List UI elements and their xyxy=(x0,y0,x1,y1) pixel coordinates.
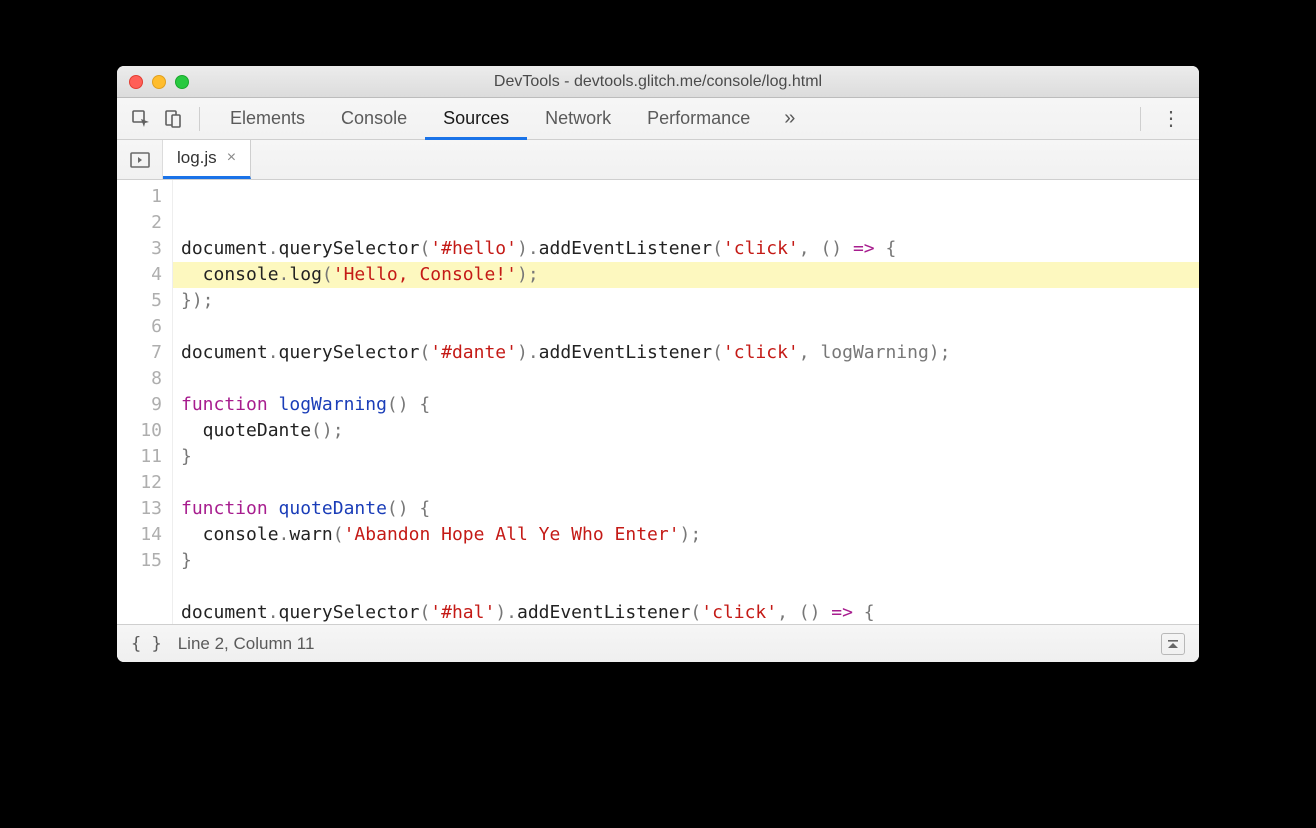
format-code-button[interactable]: { } xyxy=(131,634,162,654)
code-line[interactable]: } xyxy=(181,444,1199,470)
cursor-position: Line 2, Column 11 xyxy=(178,634,315,654)
close-window-button[interactable] xyxy=(129,75,143,89)
line-number: 9 xyxy=(117,392,162,418)
line-number: 6 xyxy=(117,314,162,340)
line-number: 14 xyxy=(117,522,162,548)
code-line[interactable]: }); xyxy=(181,288,1199,314)
code-line[interactable]: document.querySelector('#dante').addEven… xyxy=(181,340,1199,366)
code-line[interactable]: document.querySelector('#hal').addEventL… xyxy=(181,600,1199,624)
zoom-window-button[interactable] xyxy=(175,75,189,89)
devtools-window: DevTools - devtools.glitch.me/console/lo… xyxy=(117,66,1199,662)
code-line[interactable] xyxy=(181,470,1199,496)
tab-elements[interactable]: Elements xyxy=(212,98,323,140)
line-number: 8 xyxy=(117,366,162,392)
show-navigator-button[interactable] xyxy=(117,140,163,179)
line-number: 1 xyxy=(117,184,162,210)
line-number: 13 xyxy=(117,496,162,522)
line-number: 10 xyxy=(117,418,162,444)
code-area[interactable]: document.querySelector('#hello').addEven… xyxy=(173,180,1199,624)
line-number: 3 xyxy=(117,236,162,262)
inspect-element-icon[interactable] xyxy=(127,105,155,133)
code-line[interactable] xyxy=(181,314,1199,340)
line-number: 12 xyxy=(117,470,162,496)
code-line[interactable] xyxy=(181,366,1199,392)
tab-network[interactable]: Network xyxy=(527,98,629,140)
file-tab-log-js[interactable]: log.js × xyxy=(163,140,251,179)
file-tab-label: log.js xyxy=(177,148,217,168)
code-line[interactable]: function quoteDante() { xyxy=(181,496,1199,522)
close-tab-icon[interactable]: × xyxy=(227,149,236,167)
code-editor[interactable]: 123456789101112131415 document.querySele… xyxy=(117,180,1199,624)
device-toolbar-icon[interactable] xyxy=(159,105,187,133)
tab-console[interactable]: Console xyxy=(323,98,425,140)
statusbar: { } Line 2, Column 11 xyxy=(117,624,1199,662)
code-line[interactable]: } xyxy=(181,548,1199,574)
code-line[interactable] xyxy=(181,574,1199,600)
more-tabs-button[interactable]: » xyxy=(772,107,807,130)
code-line[interactable]: quoteDante(); xyxy=(181,418,1199,444)
line-number: 15 xyxy=(117,548,162,574)
line-number-gutter: 123456789101112131415 xyxy=(117,180,173,624)
line-number: 7 xyxy=(117,340,162,366)
sources-subbar: log.js × xyxy=(117,140,1199,180)
toolbar-separator xyxy=(199,107,200,131)
line-number: 11 xyxy=(117,444,162,470)
line-number: 2 xyxy=(117,210,162,236)
line-number: 4 xyxy=(117,262,162,288)
code-line[interactable]: document.querySelector('#hello').addEven… xyxy=(181,236,1199,262)
settings-menu-button[interactable]: ⋮ xyxy=(1153,106,1189,131)
traffic-lights xyxy=(117,75,189,89)
tab-sources[interactable]: Sources xyxy=(425,98,527,140)
devtools-toolbar: ElementsConsoleSourcesNetworkPerformance… xyxy=(117,98,1199,140)
line-number: 5 xyxy=(117,288,162,314)
toolbar-separator xyxy=(1140,107,1141,131)
code-line[interactable]: console.warn('Abandon Hope All Ye Who En… xyxy=(181,522,1199,548)
code-line[interactable]: function logWarning() { xyxy=(181,392,1199,418)
titlebar: DevTools - devtools.glitch.me/console/lo… xyxy=(117,66,1199,98)
minimize-window-button[interactable] xyxy=(152,75,166,89)
tab-performance[interactable]: Performance xyxy=(629,98,768,140)
show-console-drawer-button[interactable] xyxy=(1161,633,1185,655)
window-title: DevTools - devtools.glitch.me/console/lo… xyxy=(117,73,1199,91)
code-line[interactable]: console.log('Hello, Console!'); xyxy=(173,262,1199,288)
